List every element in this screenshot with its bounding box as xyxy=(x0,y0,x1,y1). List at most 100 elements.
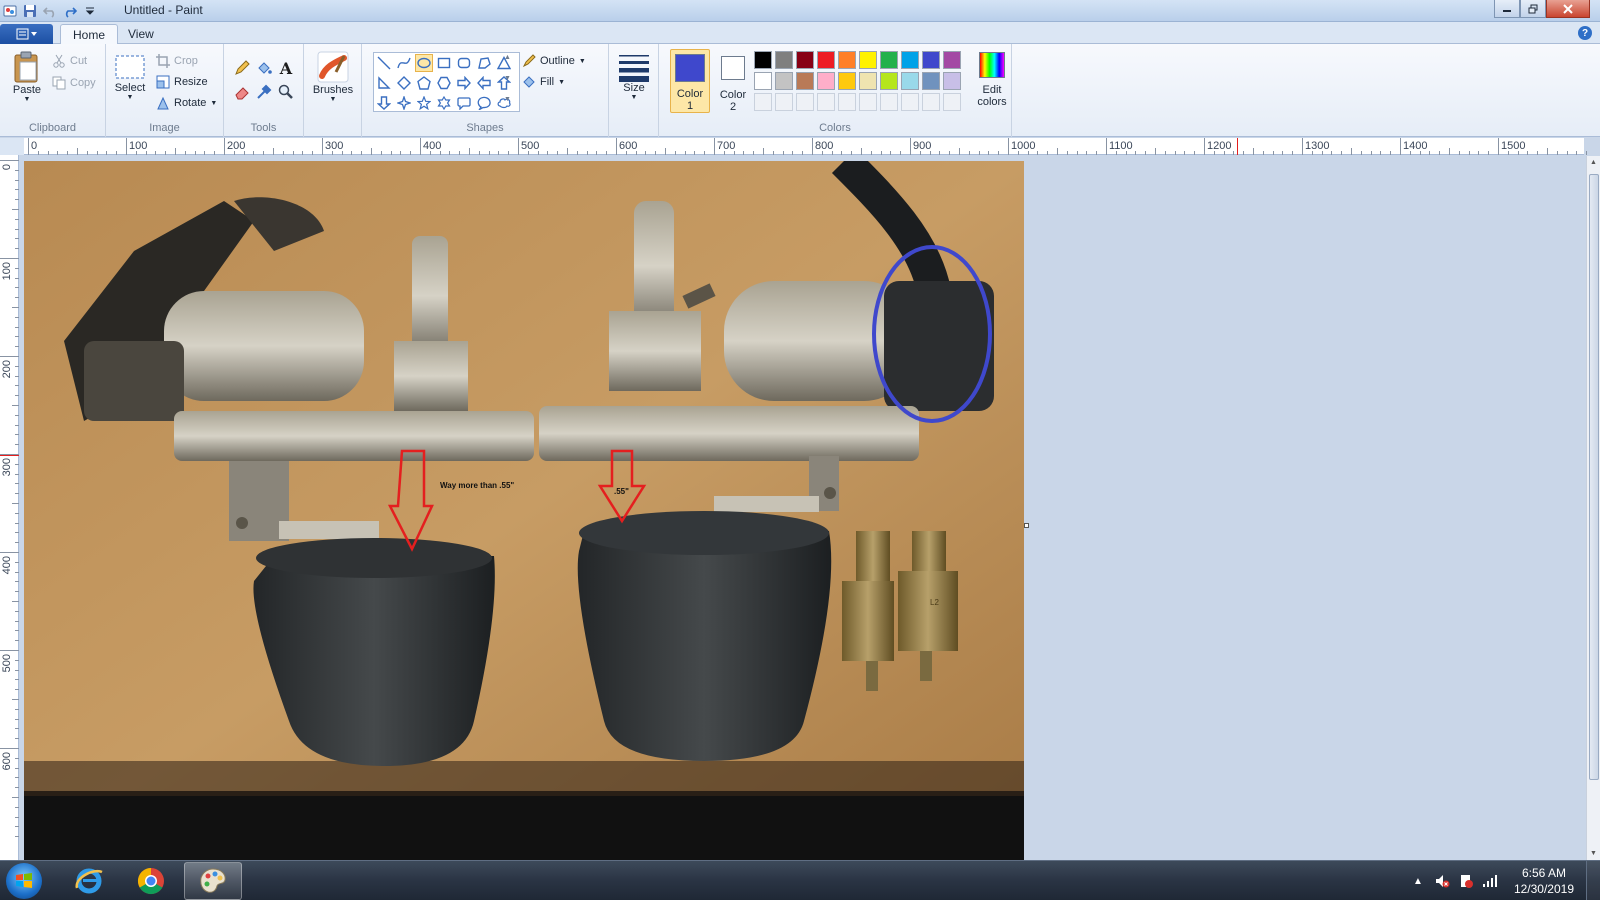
rounded-callout-shape-icon[interactable] xyxy=(455,94,473,112)
palette-swatch[interactable] xyxy=(838,51,856,69)
custom-color-slot[interactable] xyxy=(754,93,772,111)
undo-icon[interactable] xyxy=(42,3,58,19)
palette-swatch[interactable] xyxy=(901,51,919,69)
color-2-button[interactable]: Color 2 xyxy=(713,49,753,113)
size-button[interactable]: Size ▼ xyxy=(615,52,653,101)
eraser-icon[interactable] xyxy=(232,82,252,102)
taskbar-chrome[interactable] xyxy=(122,862,180,900)
fill-bucket-icon[interactable] xyxy=(254,58,274,78)
minimize-button[interactable] xyxy=(1494,0,1520,18)
five-point-star-shape-icon[interactable] xyxy=(415,94,433,112)
rotate-button[interactable]: Rotate ▼ xyxy=(156,94,217,112)
outline-button[interactable]: Outline ▼ xyxy=(522,52,586,70)
tab-home[interactable]: Home xyxy=(60,24,119,45)
oval-callout-shape-icon[interactable] xyxy=(475,94,493,112)
vertical-scrollbar[interactable]: ▲ ▼ xyxy=(1586,156,1600,860)
shapes-scroll-up-icon[interactable]: ▲ xyxy=(504,54,511,61)
pentagon-shape-icon[interactable] xyxy=(415,74,433,92)
help-icon[interactable]: ? xyxy=(1578,26,1592,40)
scrollbar-thumb[interactable] xyxy=(1589,174,1599,780)
fill-button[interactable]: Fill ▼ xyxy=(522,73,565,91)
four-point-star-shape-icon[interactable] xyxy=(395,94,413,112)
right-triangle-shape-icon[interactable] xyxy=(375,74,393,92)
polygon-shape-icon[interactable] xyxy=(475,54,493,72)
taskbar-clock[interactable]: 6:56 AM 12/30/2019 xyxy=(1514,865,1574,897)
close-button[interactable] xyxy=(1546,0,1590,18)
redo-icon[interactable] xyxy=(62,3,78,19)
canvas-resize-handle-right[interactable] xyxy=(1024,523,1029,528)
palette-swatch[interactable] xyxy=(838,72,856,90)
left-arrow-shape-icon[interactable] xyxy=(475,74,493,92)
palette-swatch[interactable] xyxy=(859,51,877,69)
palette-swatch[interactable] xyxy=(796,72,814,90)
rounded-rectangle-shape-icon[interactable] xyxy=(455,54,473,72)
custom-color-slot[interactable] xyxy=(859,93,877,111)
show-hidden-icons-icon[interactable]: ▲ xyxy=(1410,873,1426,889)
palette-swatch[interactable] xyxy=(943,72,961,90)
shapes-more-icon[interactable]: ▼ xyxy=(504,96,511,103)
edit-colors-label: Edit xyxy=(982,84,1002,96)
action-center-icon[interactable] xyxy=(1458,873,1474,889)
start-button[interactable] xyxy=(6,863,42,899)
palette-swatch[interactable] xyxy=(880,72,898,90)
scroll-down-icon[interactable]: ▼ xyxy=(1590,850,1597,857)
hexagon-shape-icon[interactable] xyxy=(435,74,453,92)
palette-swatch[interactable] xyxy=(901,72,919,90)
crop-button[interactable]: Crop xyxy=(156,52,198,70)
right-arrow-shape-icon[interactable] xyxy=(455,74,473,92)
copy-button[interactable]: Copy xyxy=(52,74,96,92)
palette-swatch[interactable] xyxy=(754,51,772,69)
scroll-up-icon[interactable]: ▲ xyxy=(1590,159,1597,166)
custom-color-slot[interactable] xyxy=(775,93,793,111)
taskbar-paint[interactable] xyxy=(184,862,242,900)
palette-swatch[interactable] xyxy=(817,72,835,90)
tab-view[interactable]: View xyxy=(116,24,166,45)
text-tool-icon[interactable]: A xyxy=(276,58,296,78)
shapes-scroll-down-icon[interactable]: ▼ xyxy=(504,75,511,82)
network-icon[interactable] xyxy=(1482,873,1498,889)
pencil-icon[interactable] xyxy=(232,58,252,78)
custom-color-slot[interactable] xyxy=(943,93,961,111)
six-point-star-shape-icon[interactable] xyxy=(435,94,453,112)
restore-button[interactable] xyxy=(1520,0,1546,18)
taskbar-internet-explorer[interactable] xyxy=(60,862,118,900)
drawing-canvas[interactable]: Way more than .55" .55" L2 xyxy=(24,161,1024,860)
palette-swatch[interactable] xyxy=(943,51,961,69)
palette-swatch[interactable] xyxy=(817,51,835,69)
brushes-button[interactable]: Brushes ▼ xyxy=(310,50,356,103)
down-arrow-shape-icon[interactable] xyxy=(375,94,393,112)
paint-app-icon[interactable] xyxy=(2,3,18,19)
volume-muted-icon[interactable] xyxy=(1434,873,1450,889)
palette-swatch[interactable] xyxy=(775,51,793,69)
line-shape-icon[interactable] xyxy=(375,54,393,72)
custom-color-slot[interactable] xyxy=(922,93,940,111)
palette-swatch[interactable] xyxy=(859,72,877,90)
resize-button[interactable]: Resize xyxy=(156,73,208,91)
palette-swatch[interactable] xyxy=(796,51,814,69)
palette-swatch[interactable] xyxy=(922,72,940,90)
show-desktop-button[interactable] xyxy=(1586,861,1600,900)
curve-shape-icon[interactable] xyxy=(395,54,413,72)
paint-menu-button[interactable] xyxy=(0,24,53,44)
palette-swatch[interactable] xyxy=(922,51,940,69)
custom-color-slot[interactable] xyxy=(880,93,898,111)
custom-color-slot[interactable] xyxy=(817,93,835,111)
custom-color-slot[interactable] xyxy=(838,93,856,111)
cut-button[interactable]: Cut xyxy=(52,52,87,70)
palette-swatch[interactable] xyxy=(775,72,793,90)
palette-swatch[interactable] xyxy=(754,72,772,90)
custom-color-slot[interactable] xyxy=(901,93,919,111)
color-picker-icon[interactable] xyxy=(254,82,274,102)
oval-shape-icon[interactable] xyxy=(415,54,433,72)
palette-swatch[interactable] xyxy=(880,51,898,69)
magnifier-icon[interactable] xyxy=(276,82,296,102)
paste-button[interactable]: Paste ▼ xyxy=(8,50,46,103)
custom-color-slot[interactable] xyxy=(796,93,814,111)
rectangle-shape-icon[interactable] xyxy=(435,54,453,72)
diamond-shape-icon[interactable] xyxy=(395,74,413,92)
color-1-button[interactable]: Color 1 xyxy=(670,49,710,113)
save-icon[interactable] xyxy=(22,3,38,19)
customize-toolbar-icon[interactable] xyxy=(82,3,98,19)
edit-colors-button[interactable]: Edit colors xyxy=(973,49,1011,113)
select-button[interactable]: Select ▼ xyxy=(112,54,148,101)
